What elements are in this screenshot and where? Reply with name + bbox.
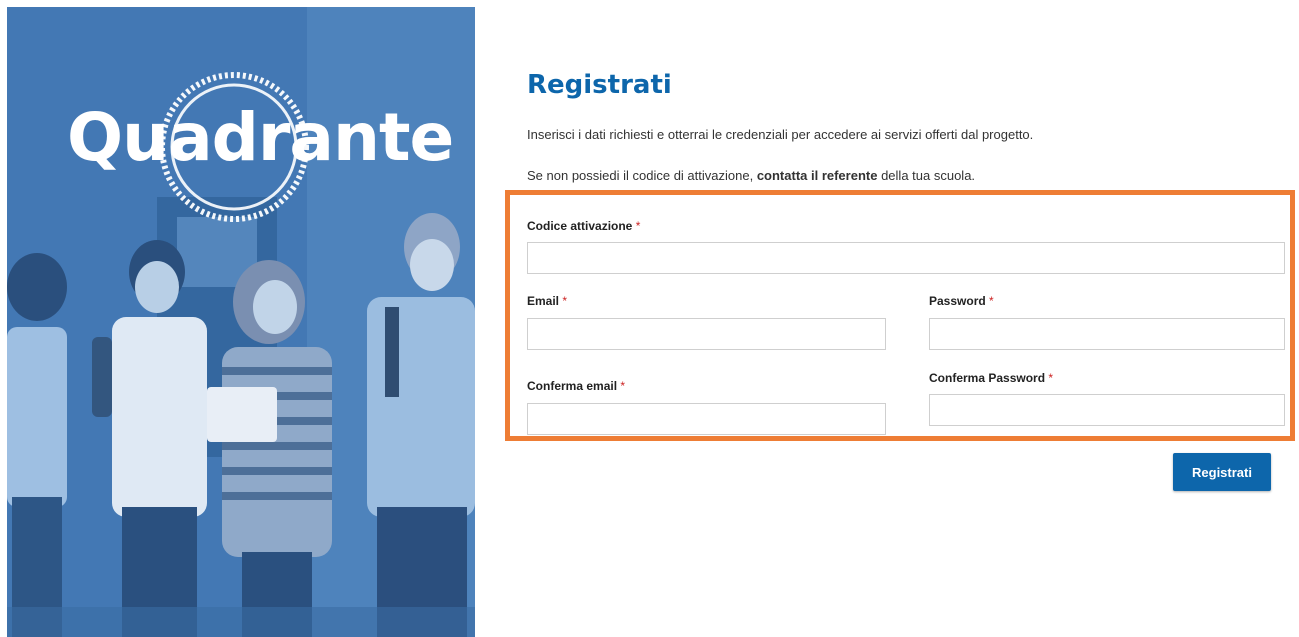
note-prefix: Se non possiedi il codice di attivazione… bbox=[527, 168, 757, 183]
required-marker: * bbox=[1048, 371, 1054, 385]
password-label: Password * bbox=[929, 294, 994, 308]
confirm-password-input[interactable] bbox=[929, 394, 1285, 426]
activation-note: Se non possiedi il codice di attivazione… bbox=[527, 168, 975, 183]
activation-code-label: Codice attivazione * bbox=[527, 219, 641, 233]
logo-text: Quadrante bbox=[67, 99, 454, 176]
hero-image: Quadrante bbox=[7, 7, 475, 637]
confirm-email-input[interactable] bbox=[527, 403, 886, 435]
email-input[interactable] bbox=[527, 318, 886, 350]
quadrante-logo: Quadrante bbox=[7, 7, 475, 237]
required-marker: * bbox=[989, 294, 994, 308]
register-button[interactable]: Registrati bbox=[1173, 453, 1271, 491]
required-marker: * bbox=[620, 379, 626, 393]
required-marker: * bbox=[562, 294, 568, 308]
page-title: Registrati bbox=[527, 70, 672, 100]
confirm-password-label: Conferma Password * bbox=[929, 371, 1054, 385]
email-label: Email * bbox=[527, 294, 568, 308]
contact-referent-text: contatta il referente bbox=[756, 168, 878, 183]
required-marker: * bbox=[635, 219, 641, 233]
intro-text: Inserisci i dati richiesti e otterrai le… bbox=[527, 127, 1034, 142]
note-suffix: della tua scuola. bbox=[877, 168, 976, 183]
password-input[interactable] bbox=[929, 318, 1285, 350]
activation-code-input[interactable] bbox=[527, 242, 1285, 274]
confirm-email-label: Conferma email * bbox=[527, 379, 626, 393]
